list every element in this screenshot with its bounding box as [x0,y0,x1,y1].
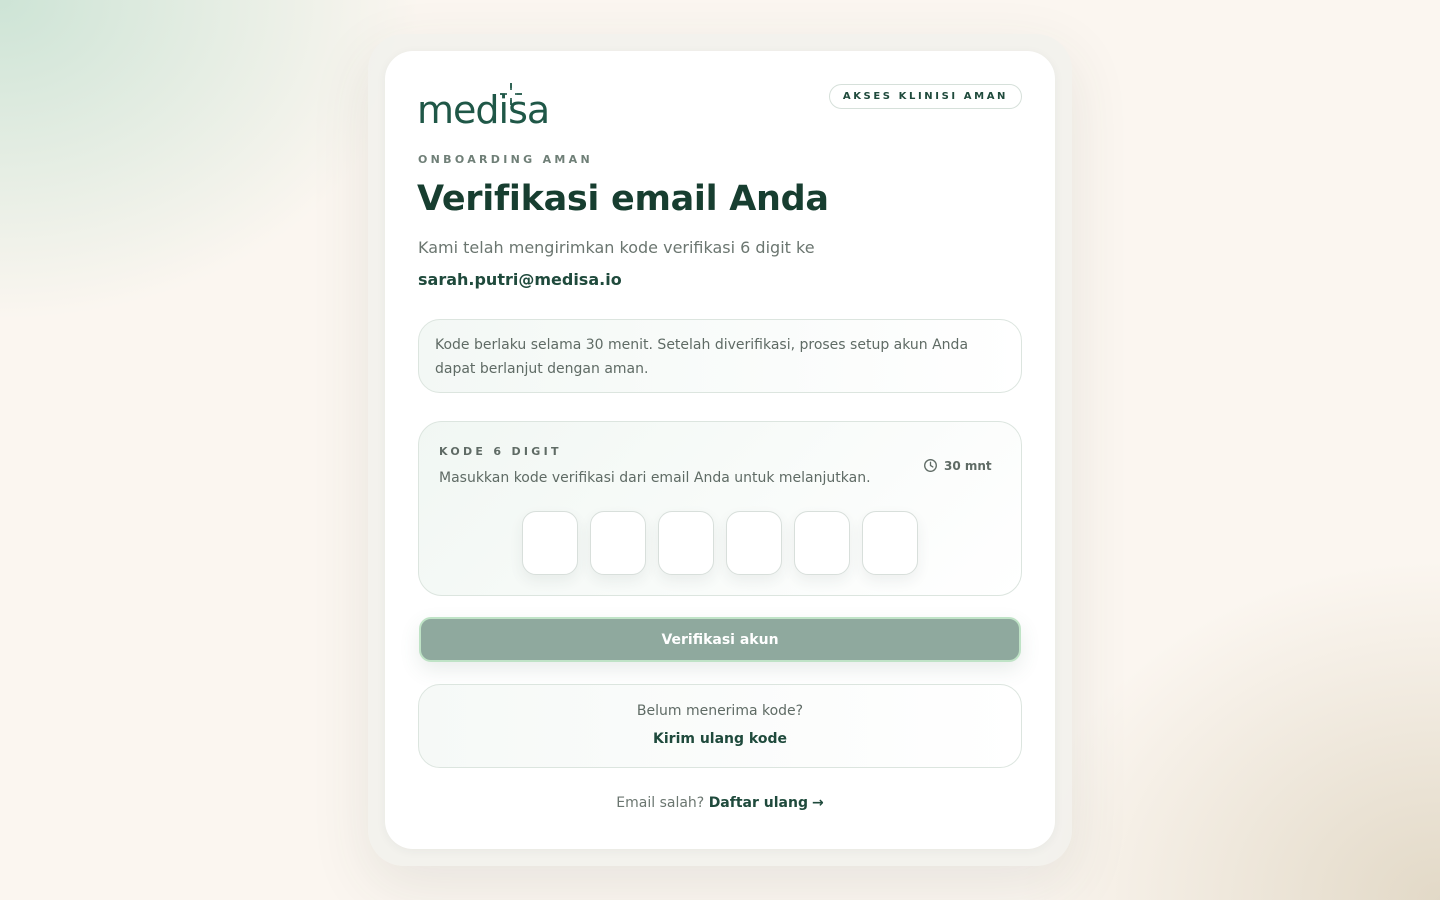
otp-digit-4[interactable] [726,511,782,575]
eyebrow-label: ONBOARDING AMAN [418,153,593,166]
arrow-right-icon[interactable]: → [812,795,824,811]
page-title: Verifikasi email Anda [417,179,829,219]
otp-digit-3[interactable] [658,511,714,575]
resend-code-link[interactable]: Kirim ulang kode [419,731,1021,747]
resend-panel: Belum menerima kode? Kirim ulang kode [418,684,1022,768]
page-subtitle: Kami telah mengirimkan kode verifikasi 6… [418,238,815,257]
info-notice: Kode berlaku selama 30 menit. Setelah di… [418,319,1022,393]
footer-text: Email salah? [616,795,705,811]
verification-card: medisa AKSES KLINISI AMAN ONBOARDING AMA… [385,51,1055,849]
timer-label: 30 mnt [944,458,992,473]
otp-digit-5[interactable] [794,511,850,575]
code-label: KODE 6 DIGIT [439,445,562,458]
verify-account-button[interactable]: Verifikasi akun [419,617,1021,662]
footer: Email salah? Daftar ulang → [385,795,1055,811]
resend-question: Belum menerima kode? [636,703,804,719]
secure-access-badge: AKSES KLINISI AMAN [828,84,1022,109]
sparkle-icon [500,83,522,105]
otp-digit-1[interactable] [522,511,578,575]
code-entry-panel: KODE 6 DIGIT Masukkan kode verifikasi da… [418,421,1022,596]
clock-icon [924,459,937,472]
medisa-logo: medisa [417,83,567,133]
expiry-timer: 30 mnt [923,458,992,473]
re-register-link[interactable]: Daftar ulang [709,795,808,811]
code-description: Masukkan kode verifikasi dari email Anda… [439,470,871,486]
recipient-email: sarah.putri@medisa.io [418,270,622,289]
logo-wordmark: medisa [417,88,550,132]
otp-digit-2[interactable] [590,511,646,575]
otp-digit-6[interactable] [862,511,918,575]
otp-inputs [522,511,918,575]
